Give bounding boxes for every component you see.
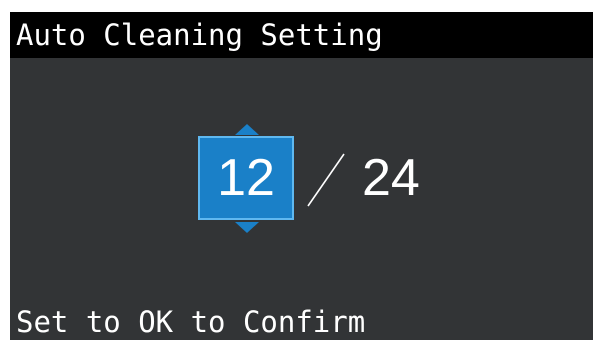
- confirm-hint: Set to OK to Confirm: [16, 305, 366, 339]
- display-screen: Auto Cleaning Setting 12 24 Set to OK to…: [10, 12, 593, 340]
- current-value: 12: [217, 149, 275, 207]
- down-arrow-icon[interactable]: [235, 222, 259, 233]
- screen-title: Auto Cleaning Setting: [16, 18, 383, 52]
- device-display-frame: Auto Cleaning Setting 12 24 Set to OK to…: [0, 0, 603, 342]
- max-value: 24: [362, 149, 420, 207]
- up-arrow-icon[interactable]: [235, 124, 259, 135]
- slash-separator-icon: [307, 153, 345, 207]
- current-value-selector[interactable]: 12: [198, 136, 294, 220]
- title-bar: Auto Cleaning Setting: [10, 12, 593, 58]
